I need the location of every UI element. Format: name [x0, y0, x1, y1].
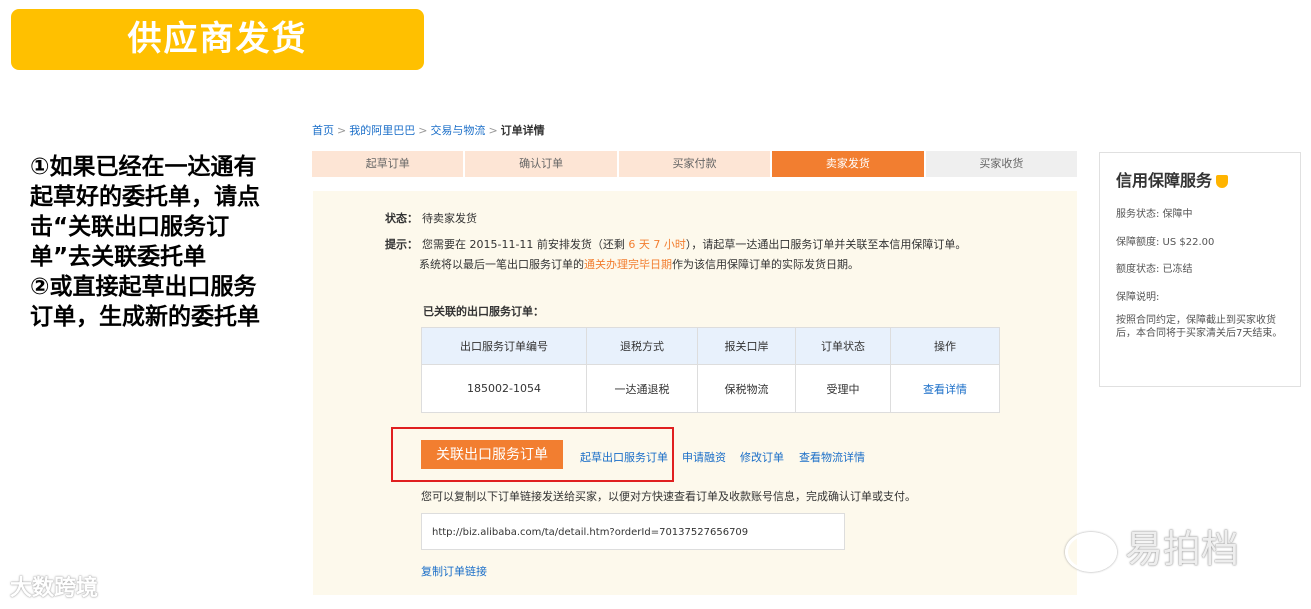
status-label: 状态：: [385, 212, 418, 225]
side-title-text: 信用保障服务: [1116, 171, 1213, 190]
order-progress-steps: 起草订单 确认订单 买家付款 卖家发货 买家收货: [312, 151, 1078, 177]
col-order-status: 订单状态: [795, 327, 891, 365]
modify-order-link[interactable]: 修改订单: [740, 449, 784, 465]
cell-order-status: 受理中: [795, 364, 891, 413]
table-header-row: 出口服务订单编号 退税方式 报关口岸 订单状态 操作: [421, 327, 1000, 365]
order-detail-panel: 状态： 待卖家发货 提示： 您需要在 2015-11-11 前安排发货（还剩 6 天…: [313, 191, 1077, 595]
draft-export-order-link[interactable]: 起草出口服务订单: [580, 449, 668, 465]
service-status: 服务状态: 保障中: [1116, 209, 1193, 220]
note-line-2: ②或直接起草出口服务订单，生成新的委托单: [30, 274, 260, 330]
cell-order-no: 185002-1054: [421, 364, 587, 413]
watermark-left: 大数跨境: [10, 576, 99, 601]
step-receive: 买家收货: [925, 151, 1078, 177]
tip-line2-highlight: 通关办理完毕日期: [584, 258, 672, 271]
breadcrumb-my-alibaba[interactable]: 我的阿里巴巴: [349, 124, 415, 137]
copy-order-link[interactable]: 复制订单链接: [421, 563, 487, 579]
tip-text-2: ），请起草一达通出口服务订单并关联至本信用保障订单。: [685, 238, 967, 251]
tip-label: 提示：: [385, 238, 418, 251]
order-url-field[interactable]: http://biz.alibaba.com/ta/detail.htm?ord…: [421, 513, 845, 550]
step-payment: 买家付款: [618, 151, 773, 177]
slide-title: 供应商发货: [11, 9, 424, 70]
col-order-no: 出口服务订单编号: [421, 327, 587, 365]
linked-orders-table: 出口服务订单编号 退税方式 报关口岸 订单状态 操作 185002-1054 一…: [421, 327, 1000, 413]
breadcrumb-trade[interactable]: 交易与物流: [430, 124, 485, 137]
guarantee-note-label: 保障说明:: [1116, 292, 1160, 303]
col-actions: 操作: [890, 327, 1000, 365]
cell-refund-method: 一达通退税: [586, 364, 698, 413]
link-export-order-button[interactable]: 关联出口服务订单: [421, 440, 563, 469]
breadcrumb-current: 订单详情: [500, 124, 545, 137]
watermark-right: 易拍档: [1065, 518, 1239, 573]
tip-line2-a: 系统将以最后一笔出口服务订单的: [419, 258, 584, 271]
amount-status: 额度状态: 已冻结: [1116, 264, 1193, 275]
linked-orders-label: 已关联的出口服务订单：: [423, 305, 544, 318]
cell-customs-port: 保税物流: [697, 364, 796, 413]
tip-line2-b: 作为该信用保障订单的实际发货日期。: [672, 258, 859, 271]
order-status: 状态： 待卖家发货: [385, 210, 477, 226]
guarantee-description: 按照合同约定，保障截止到买家收货后，本合同将于买家清关后7天结束。: [1116, 315, 1283, 339]
tip-remaining-time: 6 天 7 小时: [628, 238, 686, 251]
side-title: 信用保障服务: [1116, 167, 1229, 191]
copy-tip: 您可以复制以下订单链接发送给买家，以便对方快速查看订单及收款账号信息，完成确认订…: [421, 490, 916, 503]
table-row: 185002-1054 一达通退税 保税物流 受理中 查看详情: [421, 364, 1000, 413]
status-value: 待卖家发货: [422, 212, 477, 225]
guarantee-amount: 保障额度: US $22.00: [1116, 237, 1215, 248]
col-refund-method: 退税方式: [586, 327, 698, 365]
view-logistics-link[interactable]: 查看物流详情: [799, 449, 865, 465]
view-details-link[interactable]: 查看详情: [923, 383, 967, 396]
wechat-icon: [1065, 531, 1117, 572]
step-draft: 起草订单: [312, 151, 466, 177]
col-customs-port: 报关口岸: [697, 327, 796, 365]
watermark-right-text: 易拍档: [1125, 527, 1240, 571]
tip-text-1: 您需要在 2015-11-11 前安排发货（还剩: [422, 238, 629, 251]
breadcrumb: 首页 > 我的阿里巴巴 > 交易与物流 > 订单详情: [312, 124, 545, 137]
apply-financing-link[interactable]: 申请融资: [682, 449, 726, 465]
note-line-1: ①如果已经在一达通有起草好的委托单，请点击“关联出口服务订单”去关联委托单: [30, 154, 260, 270]
cell-actions: 查看详情: [890, 364, 1000, 413]
slide-note: ①如果已经在一达通有起草好的委托单，请点击“关联出口服务订单”去关联委托单 ②或…: [30, 152, 265, 332]
order-tip: 提示： 您需要在 2015-11-11 前安排发货（还剩 6 天 7 小时），请起…: [385, 235, 966, 275]
step-ship: 卖家发货: [772, 151, 926, 177]
breadcrumb-home[interactable]: 首页: [312, 124, 334, 137]
credit-guarantee-panel: 信用保障服务 服务状态: 保障中 保障额度: US $22.00 额度状态: 已…: [1099, 152, 1301, 387]
shield-icon: [1216, 175, 1229, 188]
step-confirm: 确认订单: [465, 151, 619, 177]
